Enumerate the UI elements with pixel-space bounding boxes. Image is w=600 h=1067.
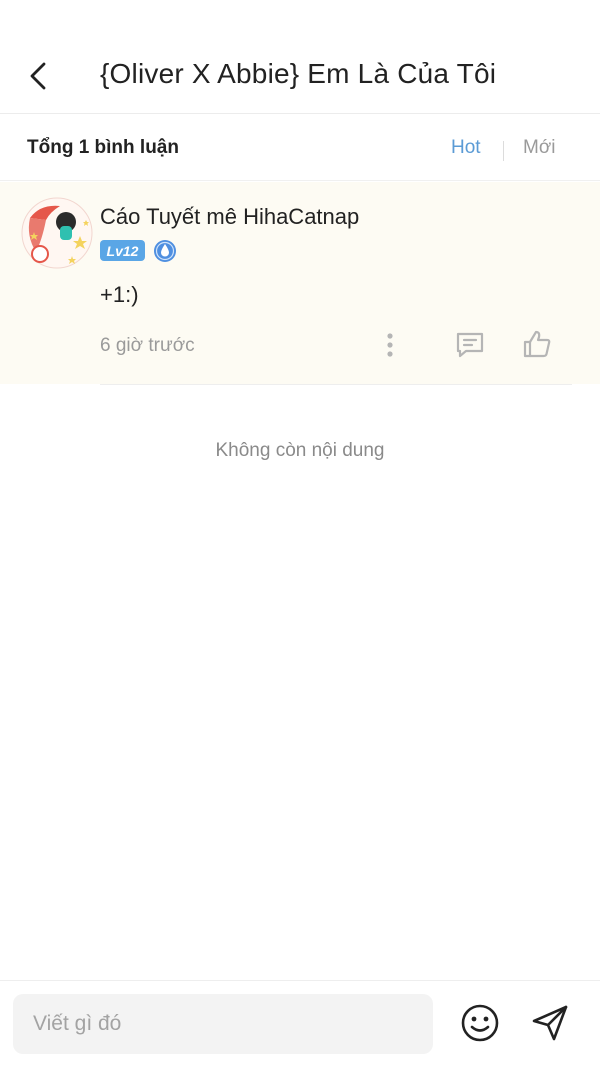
reply-button[interactable] bbox=[452, 328, 488, 362]
avatar-image bbox=[21, 197, 93, 269]
level-badge: Lv12 bbox=[100, 240, 145, 261]
top-bar: {Oliver X Abbie} Em Là Của Tôi bbox=[0, 0, 600, 114]
more-vertical-icon bbox=[387, 333, 393, 357]
comment-author[interactable]: Cáo Tuyết mê HihaCatnap bbox=[100, 204, 359, 230]
comment-input[interactable] bbox=[13, 994, 433, 1054]
comment-count: Tổng 1 bình luận bbox=[27, 137, 179, 158]
more-options-button[interactable] bbox=[376, 330, 404, 360]
like-button[interactable] bbox=[519, 326, 555, 362]
send-icon bbox=[532, 1005, 568, 1041]
comment-body: +1:) bbox=[100, 282, 139, 307]
comment-timestamp: 6 giờ trước bbox=[100, 335, 195, 356]
emoji-button[interactable] bbox=[458, 1001, 502, 1045]
reply-icon bbox=[456, 332, 484, 358]
smiley-icon bbox=[461, 1004, 499, 1042]
back-button[interactable] bbox=[20, 56, 56, 96]
comments-screen: {Oliver X Abbie} Em Là Của Tôi Tổng 1 bì… bbox=[0, 0, 600, 1067]
end-of-list-message: Không còn nội dung bbox=[215, 440, 385, 461]
comments-toolbar: Tổng 1 bình luận Hot Mới bbox=[0, 115, 600, 181]
sort-divider bbox=[503, 141, 504, 161]
like-icon bbox=[523, 330, 551, 358]
avatar[interactable] bbox=[20, 196, 93, 269]
sort-hot-tab[interactable]: Hot bbox=[451, 137, 481, 159]
comment-divider bbox=[100, 384, 572, 385]
sort-new-tab[interactable]: Mới bbox=[523, 137, 556, 159]
chevron-left-icon bbox=[30, 62, 46, 90]
page-title: {Oliver X Abbie} Em Là Của Tôi bbox=[100, 58, 497, 89]
comment-input-bar bbox=[0, 980, 600, 1067]
comment-item: Cáo Tuyết mê HihaCatnap Lv12 +1:) 6 giờ … bbox=[0, 182, 600, 384]
send-button[interactable] bbox=[528, 1001, 572, 1045]
water-drop-badge-icon bbox=[153, 239, 177, 263]
